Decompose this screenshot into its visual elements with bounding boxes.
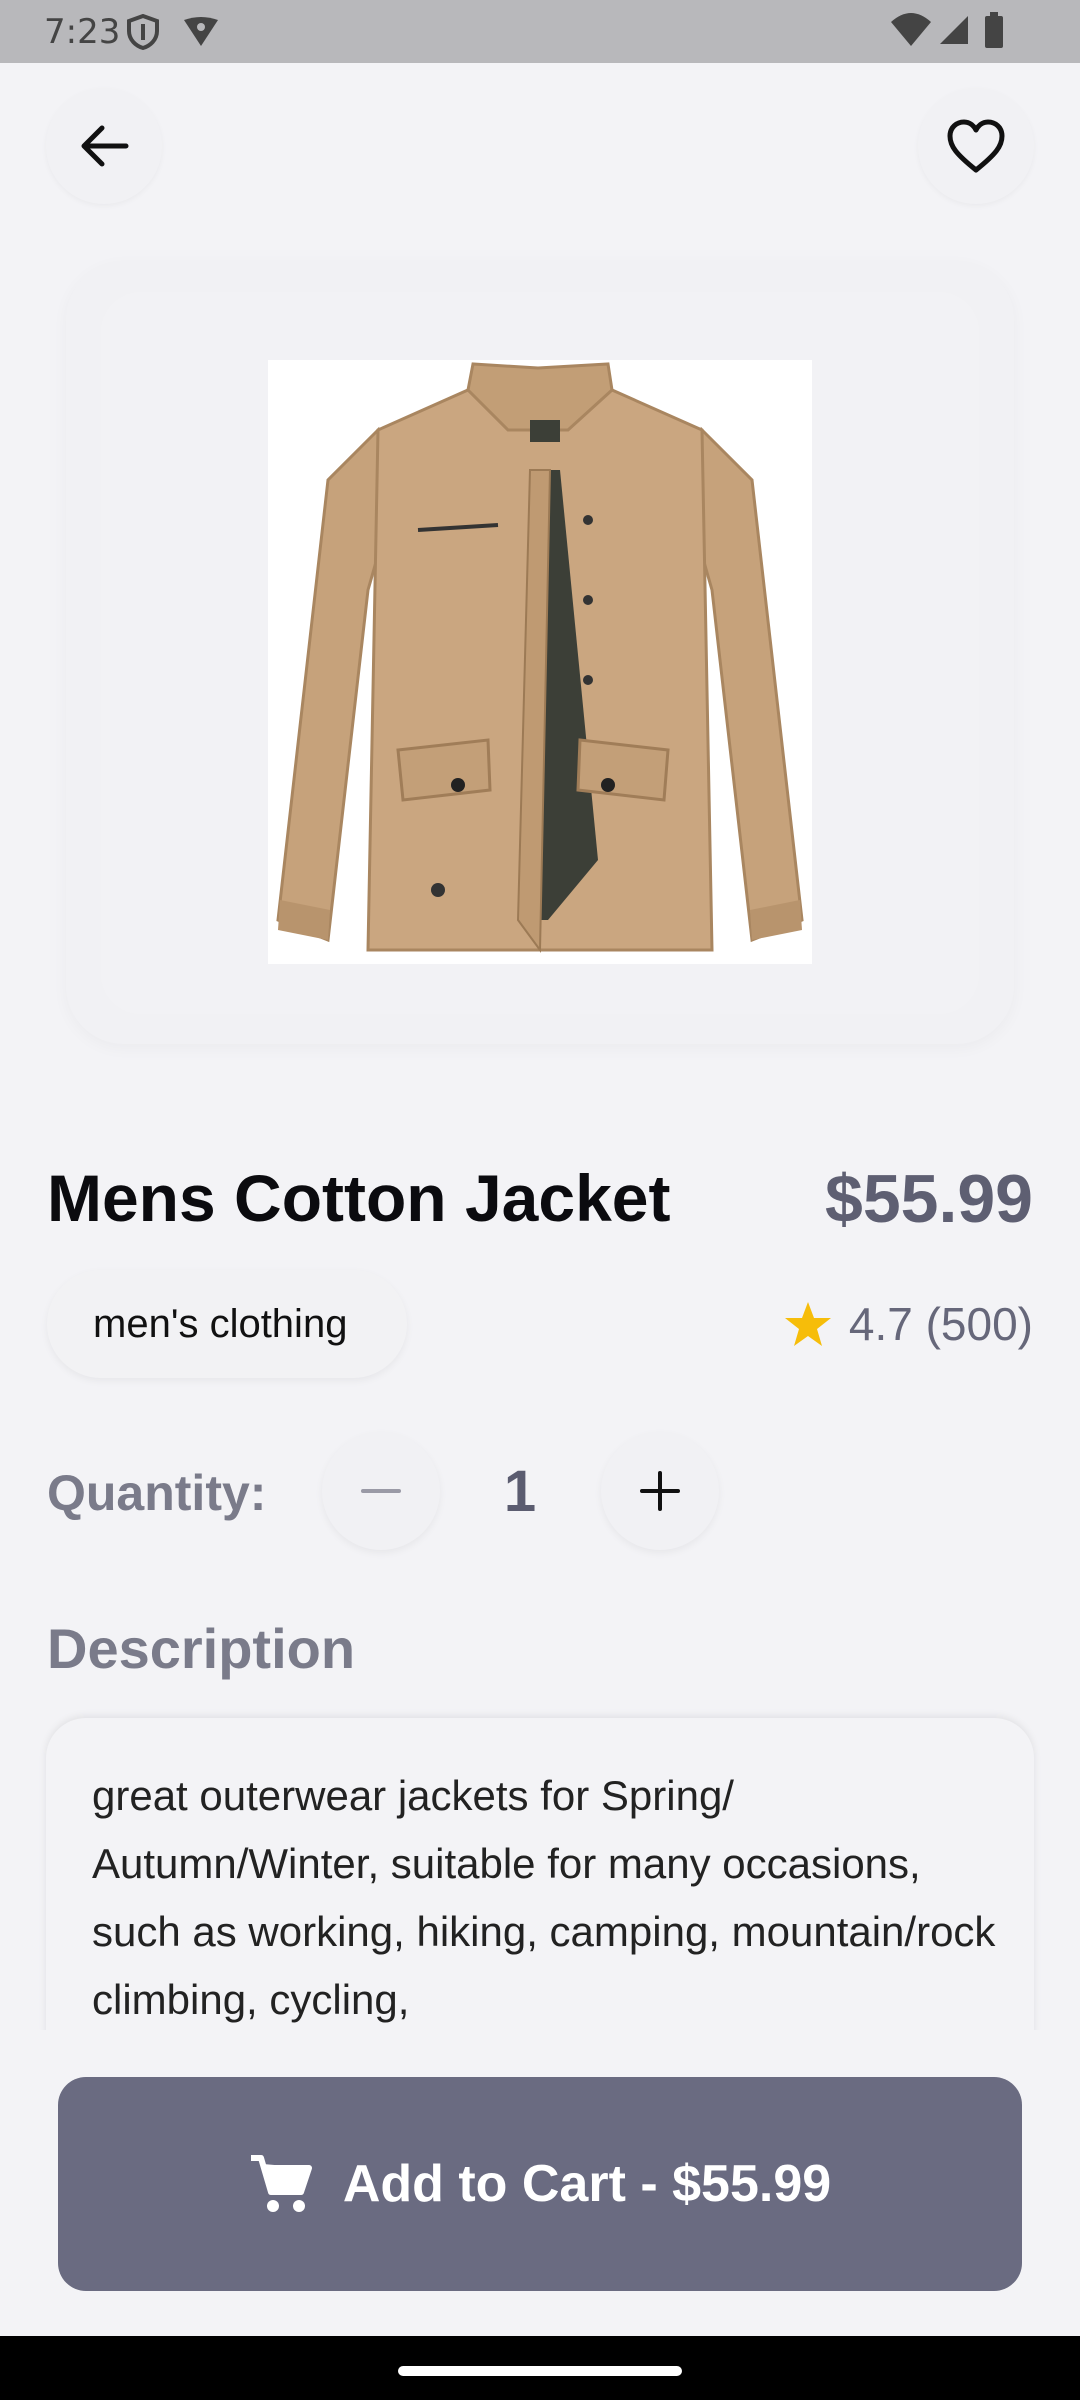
- quantity-value: 1: [503, 1459, 537, 1524]
- product-rating: 4.7 (500): [783, 1297, 1033, 1351]
- status-bar: 7:23: [0, 0, 1080, 63]
- status-time: 7:23: [44, 12, 121, 52]
- heart-outline-icon: [947, 119, 1005, 173]
- product-price: $55.99: [825, 1161, 1033, 1237]
- shield-icon: [127, 14, 159, 50]
- favorite-button[interactable]: [918, 88, 1034, 204]
- product-title: Mens Cotton Jacket: [47, 1161, 671, 1235]
- description-text: great outerwear jackets for Spring/ Autu…: [92, 1772, 996, 2023]
- product-image[interactable]: [268, 360, 812, 964]
- vpn-icon: [184, 17, 218, 46]
- plus-icon: [640, 1471, 680, 1511]
- minus-icon: [361, 1489, 401, 1493]
- back-button[interactable]: [46, 88, 162, 204]
- battery-icon: [985, 12, 1003, 48]
- increase-quantity-button[interactable]: [601, 1432, 719, 1550]
- home-gesture-handle[interactable]: [398, 2366, 682, 2376]
- description-card: great outerwear jackets for Spring/ Autu…: [46, 1718, 1034, 2038]
- category-chip[interactable]: men's clothing: [47, 1270, 407, 1378]
- jacket-illustration: [276, 362, 804, 953]
- decrease-quantity-button[interactable]: [322, 1432, 440, 1550]
- signal-icon: [940, 16, 968, 44]
- shopping-cart-icon: [250, 2155, 312, 2212]
- rating-text: 4.7 (500): [848, 1298, 1033, 1350]
- quantity-label: Quantity:: [47, 1465, 267, 1521]
- star-icon: [784, 1302, 831, 1346]
- wifi-icon: [891, 13, 931, 46]
- add-to-cart-button[interactable]: Add to Cart - $55.99: [58, 2077, 1022, 2291]
- add-to-cart-label: Add to Cart - $55.99: [342, 2155, 832, 2213]
- arrow-left-icon: [81, 125, 129, 167]
- description-heading: Description: [47, 1617, 356, 1680]
- category-label: men's clothing: [93, 1302, 348, 1346]
